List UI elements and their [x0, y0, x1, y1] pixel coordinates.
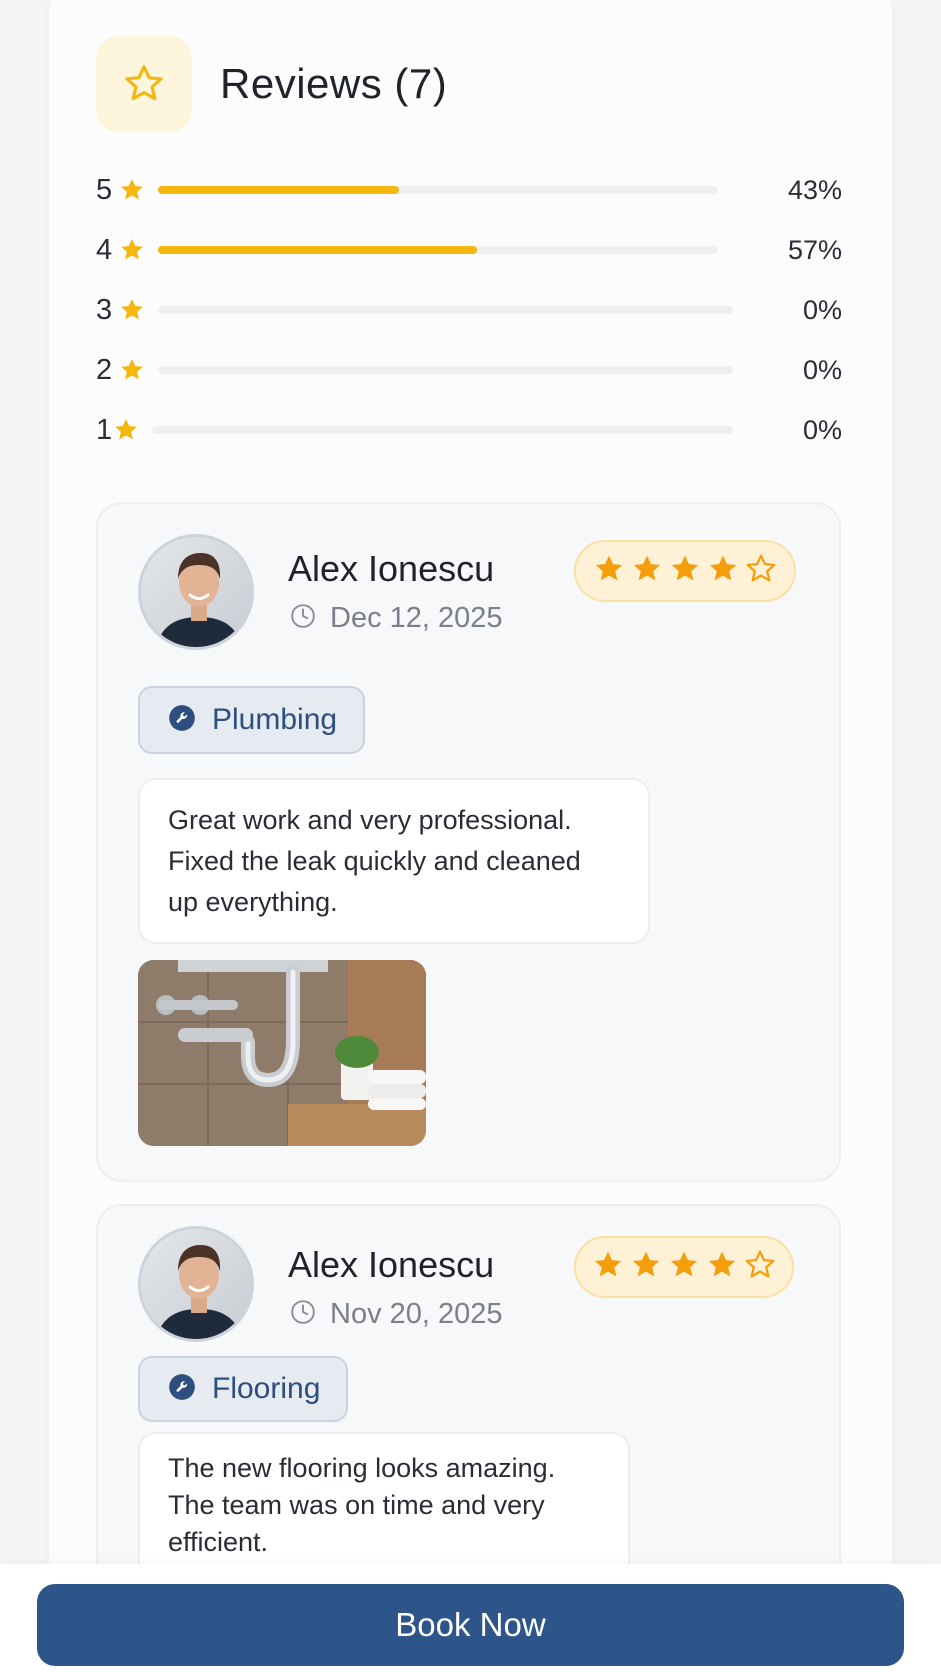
review-comment: Great work and very professional. Fixed …	[138, 778, 650, 944]
comment-line: The team was on time and very	[168, 1490, 545, 1520]
comment-line: up everything.	[168, 887, 338, 917]
reviewer-name: Alex Ionescu	[288, 1244, 495, 1285]
rating-percent: 57%	[787, 234, 842, 265]
rating-percent: 43%	[787, 174, 842, 205]
review-comment: The new flooring looks amazing. The team…	[138, 1432, 630, 1582]
review-rating	[574, 540, 796, 602]
reviews-header: Reviews (7)	[96, 36, 447, 132]
rating-bar-fill	[158, 246, 478, 254]
star-outline-icon	[96, 36, 192, 132]
rating-row-stars: 5	[96, 173, 113, 206]
rating-bar-track	[158, 246, 718, 254]
avatar	[138, 1226, 254, 1342]
review-date-text: Dec 12, 2025	[330, 602, 503, 634]
reviewer-name: Alex Ionescu	[288, 548, 495, 589]
star-icon	[118, 296, 148, 324]
star-filled-icon	[629, 1248, 663, 1287]
rating-bar-fill	[158, 186, 399, 194]
star-icon	[112, 416, 142, 444]
rating-row-stars: 2	[96, 353, 113, 386]
star-icon	[118, 356, 148, 384]
star-filled-icon	[630, 552, 664, 591]
star-filled-icon	[592, 552, 626, 591]
rating-bar-track	[158, 186, 718, 194]
rating-distribution: 5 43% 4 57% 3 0% 2 0% 1 0%	[96, 160, 842, 460]
review-date: Dec 12, 2025	[290, 602, 503, 635]
review-date: Nov 20, 2025	[290, 1298, 503, 1331]
rating-row-stars: 3	[96, 293, 113, 326]
rating-row-5: 5 43%	[96, 160, 842, 220]
star-filled-icon	[667, 1248, 701, 1287]
rating-row-1: 1 0%	[96, 400, 842, 460]
avatar	[138, 534, 254, 650]
rating-bar-track	[152, 426, 733, 434]
reviews-title: Reviews (7)	[220, 60, 448, 107]
rating-row-2: 2 0%	[96, 340, 842, 400]
rating-percent: 0%	[802, 414, 842, 445]
category-chip: Plumbing	[138, 686, 366, 754]
wrench-icon	[168, 704, 196, 737]
clock-icon	[290, 603, 316, 634]
category-label: Flooring	[212, 1372, 321, 1405]
clock-icon	[290, 1299, 316, 1330]
review-rating	[574, 1236, 794, 1298]
review-photo[interactable]	[138, 960, 426, 1146]
star-filled-icon	[668, 552, 702, 591]
rating-row-stars: 4	[96, 233, 113, 266]
rating-bar-track	[158, 306, 733, 314]
comment-line: efficient.	[168, 1527, 269, 1557]
bottom-action-bar: Book Now	[0, 1564, 941, 1672]
comment-line: Fixed the leak quickly and cleaned	[168, 846, 581, 876]
reviews-screen: Reviews (7) 5 43% 4 57% 3 0% 2 0% 1 0% A…	[0, 0, 941, 1672]
book-now-button[interactable]: Book Now	[37, 1584, 904, 1666]
category-label: Plumbing	[212, 703, 338, 736]
star-icon	[118, 236, 148, 264]
star-empty-icon	[744, 552, 778, 591]
rating-row-stars: 1	[96, 413, 113, 446]
category-chip: Flooring	[138, 1356, 349, 1422]
rating-bar-track	[158, 366, 733, 374]
comment-line: Great work and very professional.	[168, 805, 572, 835]
star-filled-icon	[706, 552, 740, 591]
review-card: Alex Ionescu Dec 12, 2025 Plumbing Great…	[96, 502, 841, 1182]
star-filled-icon	[591, 1248, 625, 1287]
rating-percent: 0%	[802, 294, 842, 325]
star-empty-icon	[743, 1248, 777, 1287]
review-date-text: Nov 20, 2025	[330, 1298, 503, 1330]
comment-line: The new flooring looks amazing.	[168, 1453, 556, 1483]
rating-percent: 0%	[802, 354, 842, 385]
star-icon	[118, 176, 148, 204]
rating-row-3: 3 0%	[96, 280, 842, 340]
rating-row-4: 4 57%	[96, 220, 842, 280]
wrench-icon	[168, 1373, 196, 1406]
star-filled-icon	[705, 1248, 739, 1287]
